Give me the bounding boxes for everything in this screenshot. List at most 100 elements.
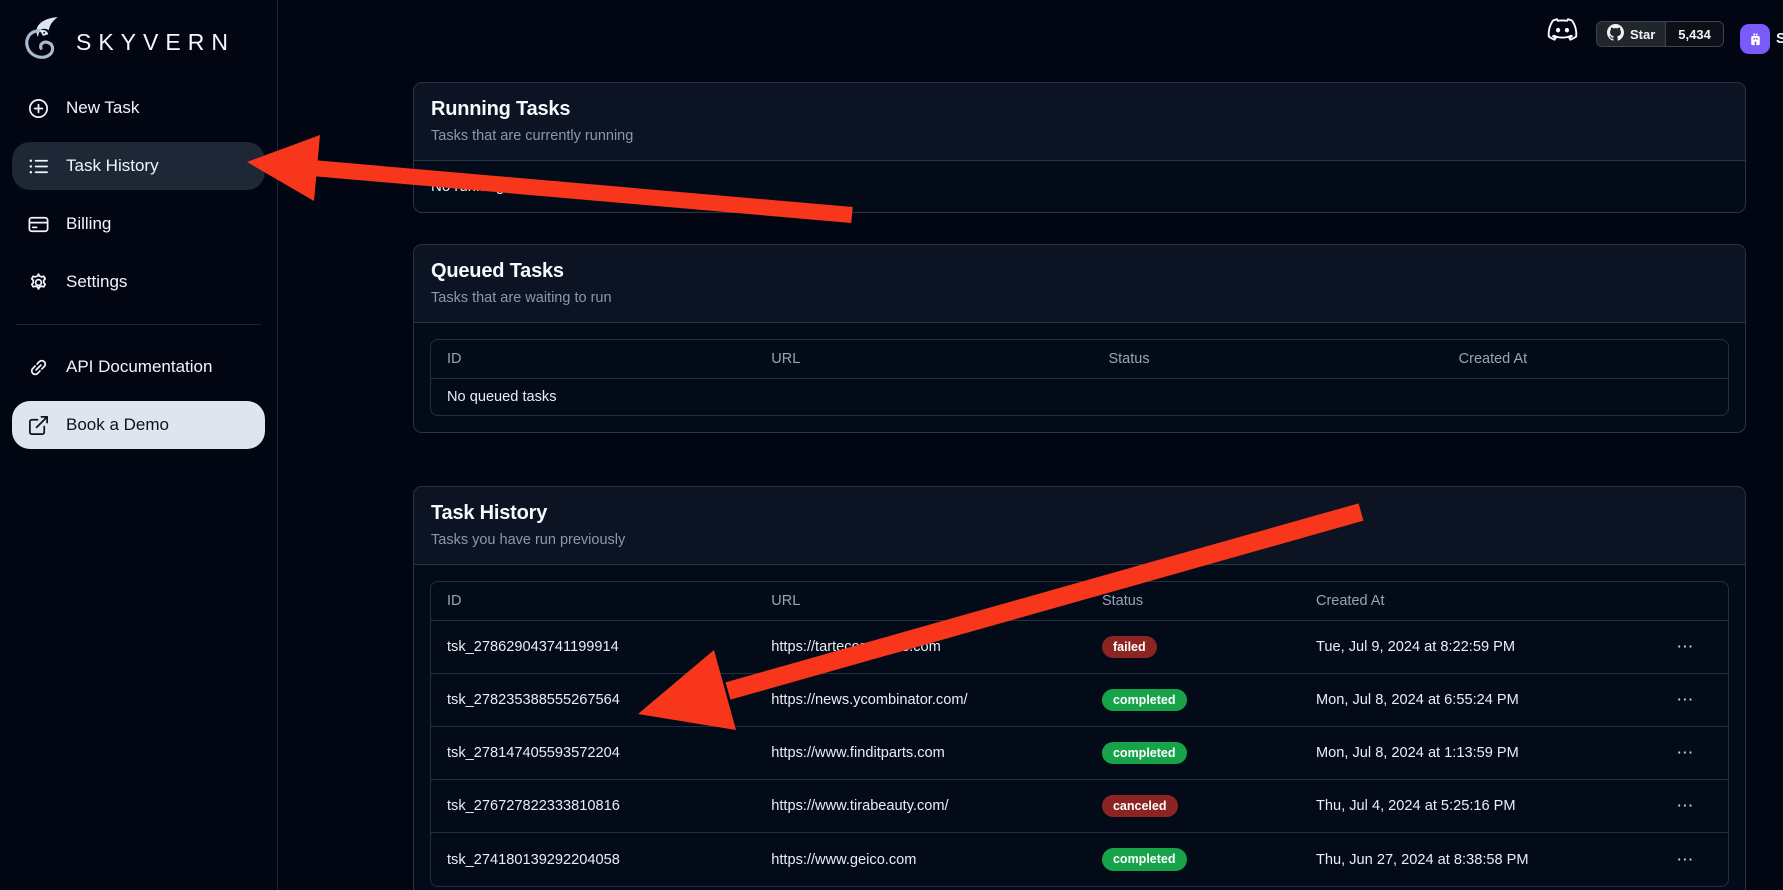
cell-id: tsk_278235388555267564	[431, 692, 755, 708]
column-header-status: Status	[1086, 593, 1300, 609]
cell-id: tsk_276727822333810816	[431, 798, 755, 814]
github-icon	[1607, 24, 1624, 44]
github-star-count: 5,434	[1665, 22, 1723, 46]
cell-status: completed	[1086, 689, 1300, 711]
history-table-header: ID URL Status Created At	[431, 582, 1728, 621]
cell-created-at: Mon, Jul 8, 2024 at 6:55:24 PM	[1300, 692, 1644, 708]
row-actions-ellipsis[interactable]: ⋯	[1676, 850, 1695, 869]
status-badge: failed	[1102, 636, 1157, 658]
sidebar-item-api-documentation[interactable]: API Documentation	[12, 343, 265, 391]
brand-logo-row: SKYVERN	[12, 14, 265, 70]
card-subtitle: Tasks that are waiting to run	[431, 290, 1728, 306]
cell-actions: ⋯	[1644, 743, 1728, 763]
sidebar-item-label: Billing	[66, 214, 111, 234]
table-row[interactable]: tsk_274180139292204058 https://www.geico…	[431, 833, 1728, 886]
sidebar-item-billing[interactable]: Billing	[12, 200, 265, 248]
queued-table-header: ID URL Status Created At	[431, 340, 1728, 379]
column-header-id: ID	[431, 351, 755, 367]
sidebar-item-label: API Documentation	[66, 357, 212, 377]
cell-id: tsk_278629043741199914	[431, 639, 755, 655]
credit-card-icon	[26, 212, 50, 236]
cell-created-at: Tue, Jul 9, 2024 at 8:22:59 PM	[1300, 639, 1644, 655]
brand-name: SKYVERN	[76, 29, 235, 56]
cell-status: completed	[1086, 848, 1300, 870]
row-actions-ellipsis[interactable]: ⋯	[1676, 637, 1695, 656]
cell-created-at: Thu, Jul 4, 2024 at 5:25:16 PM	[1300, 798, 1644, 814]
github-star-label: Star	[1630, 27, 1655, 42]
cell-status: completed	[1086, 742, 1300, 764]
column-header-status: Status	[1092, 351, 1442, 367]
card-title: Task History	[431, 502, 1728, 525]
status-badge: completed	[1102, 689, 1187, 711]
cell-created-at: Mon, Jul 8, 2024 at 1:13:59 PM	[1300, 745, 1644, 761]
organization-avatar[interactable]	[1740, 24, 1770, 54]
table-row[interactable]: tsk_278235388555267564 https://news.ycom…	[431, 674, 1728, 727]
row-actions-ellipsis[interactable]: ⋯	[1676, 743, 1695, 762]
cell-url: https://news.ycombinator.com/	[755, 692, 1086, 708]
dragon-logo-icon	[16, 15, 66, 70]
sidebar-item-settings[interactable]: Settings	[12, 258, 265, 306]
queued-tasks-empty-row: No queued tasks	[431, 379, 1728, 415]
sidebar-item-task-history[interactable]: Task History	[12, 142, 265, 190]
plus-circle-icon	[26, 96, 50, 120]
table-row[interactable]: tsk_278629043741199914 https://tartecosm…	[431, 621, 1728, 674]
row-actions-ellipsis[interactable]: ⋯	[1676, 690, 1695, 709]
sidebar-item-book-a-demo[interactable]: Book a Demo	[12, 401, 265, 449]
status-badge: canceled	[1102, 795, 1178, 817]
secondary-nav: API Documentation Book a Demo	[12, 343, 265, 449]
external-link-icon	[26, 413, 50, 437]
card-subtitle: Tasks you have run previously	[431, 532, 1728, 548]
running-tasks-card: Running Tasks Tasks that are currently r…	[413, 82, 1746, 213]
queued-tasks-body: ID URL Status Created At No queued tasks	[414, 323, 1745, 432]
sidebar-item-label: New Task	[66, 98, 139, 118]
cell-created-at: Thu, Jun 27, 2024 at 8:38:58 PM	[1300, 852, 1644, 868]
task-history-card: Task History Tasks you have run previous…	[413, 486, 1746, 890]
cell-actions: ⋯	[1644, 796, 1728, 816]
running-tasks-empty-text: No running tasks	[414, 161, 1745, 212]
task-history-table: ID URL Status Created At tsk_27862904374…	[430, 581, 1729, 887]
sidebar-item-label: Book a Demo	[66, 415, 169, 435]
cell-url: https://tartecosmetics.com	[755, 639, 1086, 655]
running-tasks-header: Running Tasks Tasks that are currently r…	[414, 83, 1745, 161]
cell-url: https://www.geico.com	[755, 852, 1086, 868]
card-title: Queued Tasks	[431, 260, 1728, 283]
sidebar-item-label: Task History	[66, 156, 159, 176]
card-title: Running Tasks	[431, 98, 1728, 121]
table-row[interactable]: tsk_278147405593572204 https://www.findi…	[431, 727, 1728, 780]
sidebar: SKYVERN New Task Task History Billing	[0, 0, 278, 890]
column-header-url: URL	[755, 593, 1086, 609]
cell-actions: ⋯	[1644, 690, 1728, 710]
table-row[interactable]: tsk_276727822333810816 https://www.tirab…	[431, 780, 1728, 833]
primary-nav: New Task Task History Billing Settings	[12, 84, 265, 306]
status-badge: completed	[1102, 848, 1187, 870]
discord-icon[interactable]	[1547, 17, 1578, 47]
queued-tasks-card: Queued Tasks Tasks that are waiting to r…	[413, 244, 1746, 433]
row-actions-ellipsis[interactable]: ⋯	[1676, 796, 1695, 815]
cell-url: https://www.finditparts.com	[755, 745, 1086, 761]
cell-actions: ⋯	[1644, 637, 1728, 657]
column-header-url: URL	[755, 351, 1092, 367]
task-history-header: Task History Tasks you have run previous…	[414, 487, 1745, 565]
cell-id: tsk_278147405593572204	[431, 745, 755, 761]
queued-tasks-empty-text: No queued tasks	[431, 389, 573, 405]
history-table-body: tsk_278629043741199914 https://tartecosm…	[431, 621, 1728, 886]
gear-icon	[26, 270, 50, 294]
cell-actions: ⋯	[1644, 850, 1728, 870]
account-name-partial[interactable]: Sk	[1776, 30, 1783, 47]
cell-status: canceled	[1086, 795, 1300, 817]
cell-url: https://www.tirabeauty.com/	[755, 798, 1086, 814]
sidebar-item-new-task[interactable]: New Task	[12, 84, 265, 132]
card-subtitle: Tasks that are currently running	[431, 128, 1728, 144]
task-history-body: ID URL Status Created At tsk_27862904374…	[414, 565, 1745, 890]
queued-tasks-table: ID URL Status Created At No queued tasks	[430, 339, 1729, 416]
sidebar-divider	[16, 324, 261, 325]
column-header-created-at: Created At	[1300, 593, 1644, 609]
main-content: Running Tasks Tasks that are currently r…	[413, 82, 1746, 890]
column-header-id: ID	[431, 593, 755, 609]
column-header-created-at: Created At	[1443, 351, 1728, 367]
status-badge: completed	[1102, 742, 1187, 764]
topbar: Star 5,434 Sk	[278, 0, 1783, 62]
queued-tasks-header: Queued Tasks Tasks that are waiting to r…	[414, 245, 1745, 323]
cell-id: tsk_274180139292204058	[431, 852, 755, 868]
github-star-button[interactable]: Star 5,434	[1596, 21, 1724, 47]
